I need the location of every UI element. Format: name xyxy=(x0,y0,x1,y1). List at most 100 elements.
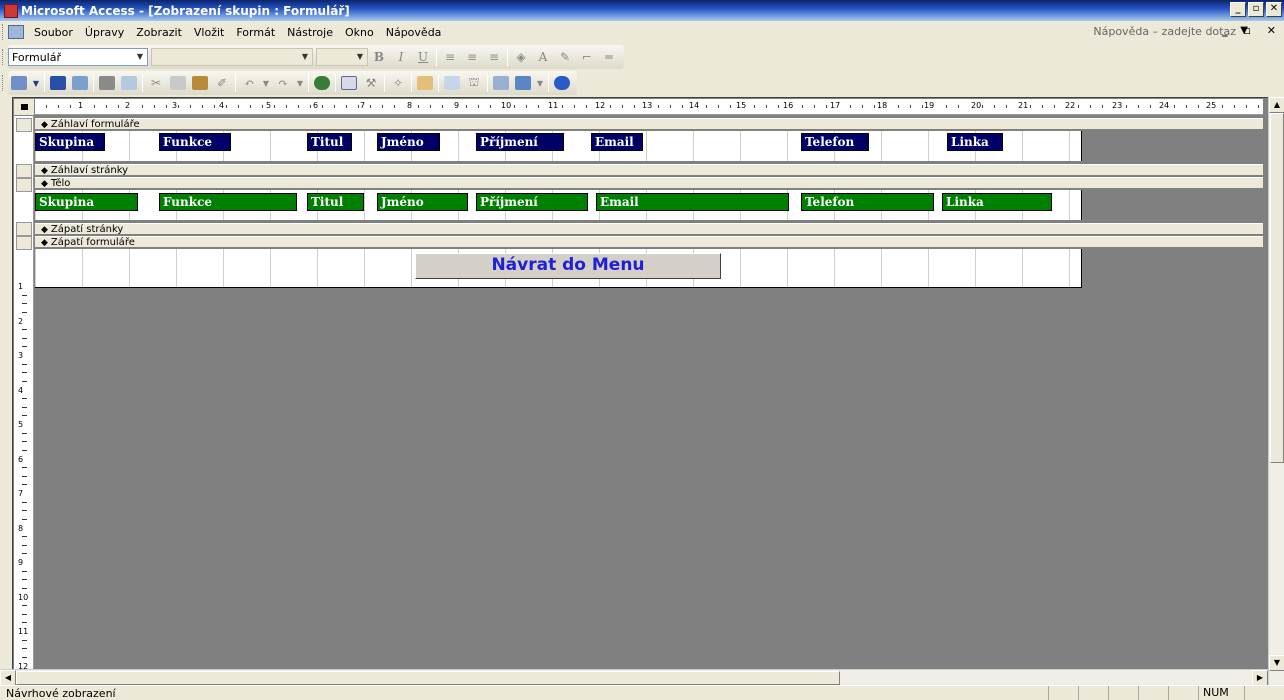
minimize-button[interactable]: _ xyxy=(1230,2,1246,17)
access-app-icon[interactable] xyxy=(4,3,18,18)
chevron-down-icon[interactable]: ▼ xyxy=(353,49,367,65)
menu-okno[interactable]: Okno xyxy=(339,26,380,39)
undo-button[interactable]: ↶ xyxy=(238,73,260,93)
header-label-telefon[interactable]: Telefon xyxy=(801,133,869,151)
border-style-button[interactable]: ⌐ xyxy=(576,47,598,67)
autoformat-button[interactable]: ✧ xyxy=(387,73,409,93)
build-button[interactable]: ⛫ xyxy=(463,73,485,93)
section-bar-form-footer[interactable]: ◆ Zápatí formuláře xyxy=(35,236,1263,248)
line-color-button[interactable]: ✎ xyxy=(554,47,576,67)
form-footer-area[interactable]: Návrat do Menu xyxy=(35,249,1082,288)
scroll-up-button[interactable]: ▲ xyxy=(1269,97,1284,113)
chevron-down-icon[interactable]: ▼ xyxy=(133,49,147,65)
header-label-jmeno[interactable]: Jméno xyxy=(377,133,440,151)
restore-button[interactable]: ▫ xyxy=(1248,2,1264,17)
toolbox-button[interactable]: ⚒ xyxy=(360,73,382,93)
form-document-icon[interactable] xyxy=(8,25,24,39)
section-selector-form-footer[interactable] xyxy=(16,236,32,250)
toolbar-grip[interactable] xyxy=(2,49,5,65)
header-label-email[interactable]: Email xyxy=(591,133,643,151)
title-bar[interactable]: Microsoft Access - [Zobrazení skupin : F… xyxy=(0,0,1284,21)
field-list-button[interactable] xyxy=(338,73,360,93)
view-button[interactable] xyxy=(8,73,30,93)
menu-napoveda[interactable]: Nápověda xyxy=(380,26,448,39)
align-center-button[interactable]: ≡ xyxy=(461,47,483,67)
scroll-right-button[interactable]: ▶ xyxy=(1252,670,1268,686)
header-label-skupina[interactable]: Skupina xyxy=(35,133,105,151)
align-right-button[interactable]: ≡ xyxy=(483,47,505,67)
toolbar-grip[interactable] xyxy=(2,75,5,91)
vertical-scrollbar[interactable]: ▲ ▼ xyxy=(1268,97,1284,687)
bold-button[interactable]: B xyxy=(368,47,390,67)
properties-button[interactable] xyxy=(441,73,463,93)
header-label-prijmeni[interactable]: Příjmení xyxy=(476,133,564,151)
field-jmeno[interactable]: Jméno xyxy=(377,193,468,211)
search-button[interactable] xyxy=(69,73,91,93)
paste-button[interactable] xyxy=(189,73,211,93)
line-width-button[interactable]: ═ xyxy=(598,47,620,67)
menu-vlozit[interactable]: Vložit xyxy=(188,26,230,39)
mdi-window-controls[interactable]: _ ▫ ✕ xyxy=(1222,24,1282,37)
field-prijmeni[interactable]: Příjmení xyxy=(476,193,588,211)
section-bar-page-header[interactable]: ◆ Záhlaví stránky xyxy=(35,164,1263,176)
print-button[interactable] xyxy=(96,73,118,93)
section-bar-detail[interactable]: ◆ Tělo xyxy=(35,177,1263,189)
help-search-input[interactable]: Nápověda – zadejte dotaz xyxy=(1093,25,1236,38)
horizontal-scroll-thumb[interactable] xyxy=(16,671,840,685)
toolbar-grip[interactable] xyxy=(2,24,5,40)
menu-zobrazit[interactable]: Zobrazit xyxy=(130,26,188,39)
section-selector-page-footer[interactable] xyxy=(16,222,32,236)
vertical-scroll-thumb[interactable] xyxy=(1270,113,1284,463)
menu-nastroje[interactable]: Nástroje xyxy=(281,26,339,39)
font-size-combo[interactable]: ▼ xyxy=(316,48,368,66)
view-dropdown[interactable]: ▼ xyxy=(30,73,42,93)
object-combo[interactable]: Formulář ▼ xyxy=(8,48,148,66)
fill-color-button[interactable]: ◈ xyxy=(510,47,532,67)
section-selector-form-header[interactable] xyxy=(16,118,32,132)
field-linka[interactable]: Linka xyxy=(942,193,1052,211)
header-label-funkce[interactable]: Funkce xyxy=(159,133,231,151)
chevron-down-icon[interactable]: ▼ xyxy=(298,49,312,65)
scroll-left-button[interactable]: ◀ xyxy=(0,670,16,686)
horizontal-ruler[interactable]: 1 2 3 4 5 6 7 8 9 10 11 12 13 14 15 16 17 18 19 20 21 22 23 24 2… xyxy=(35,99,1263,115)
section-selector-page-header[interactable] xyxy=(16,164,32,178)
print-preview-button[interactable] xyxy=(118,73,140,93)
font-name-combo[interactable]: ▼ xyxy=(151,48,313,66)
undo-dropdown[interactable]: ▼ xyxy=(260,73,272,93)
italic-button[interactable]: I xyxy=(390,47,412,67)
form-header-area[interactable]: Skupina Funkce Titul Jméno Příjmení Emai… xyxy=(35,131,1082,161)
copy-button[interactable] xyxy=(167,73,189,93)
field-funkce[interactable]: Funkce xyxy=(159,193,297,211)
redo-dropdown[interactable]: ▼ xyxy=(294,73,306,93)
field-telefon[interactable]: Telefon xyxy=(801,193,934,211)
database-window-button[interactable] xyxy=(490,73,512,93)
field-titul[interactable]: Titul xyxy=(307,193,364,211)
header-label-titul[interactable]: Titul xyxy=(307,133,352,151)
underline-button[interactable]: U xyxy=(412,47,434,67)
close-button[interactable]: ✕ xyxy=(1266,2,1282,17)
redo-button[interactable]: ↷ xyxy=(272,73,294,93)
section-bar-page-footer[interactable]: ◆ Zápatí stránky xyxy=(35,223,1263,235)
hyperlink-button[interactable] xyxy=(311,73,333,93)
vertical-ruler[interactable]: 1 2 3 4 5 6 7 8 9 10 11 12 xyxy=(14,116,34,684)
help-button[interactable] xyxy=(551,73,573,93)
font-color-button[interactable]: A xyxy=(532,47,554,67)
back-to-menu-button[interactable]: Návrat do Menu xyxy=(415,253,721,279)
scroll-down-button[interactable]: ▼ xyxy=(1269,655,1284,671)
menu-format[interactable]: Formát xyxy=(230,26,281,39)
detail-area[interactable]: Skupina Funkce Titul Jméno Příjmení Emai… xyxy=(35,190,1082,220)
cut-button[interactable]: ✂ xyxy=(145,73,167,93)
horizontal-scrollbar[interactable]: ◀ ▶ xyxy=(0,669,1268,686)
menu-soubor[interactable]: Soubor xyxy=(28,26,79,39)
save-button[interactable] xyxy=(47,73,69,93)
section-bar-form-header[interactable]: ◆ Záhlaví formuláře xyxy=(35,118,1263,130)
header-label-linka[interactable]: Linka xyxy=(947,133,1003,151)
align-left-button[interactable]: ≡ xyxy=(439,47,461,67)
format-painter-button[interactable]: ✐ xyxy=(211,73,233,93)
field-skupina[interactable]: Skupina xyxy=(35,193,138,211)
menu-upravy[interactable]: Úpravy xyxy=(79,26,130,39)
field-email[interactable]: Email xyxy=(596,193,789,211)
form-selector[interactable] xyxy=(14,99,34,115)
section-selector-detail[interactable] xyxy=(16,178,32,192)
new-object-dropdown[interactable]: ▼ xyxy=(534,73,546,93)
